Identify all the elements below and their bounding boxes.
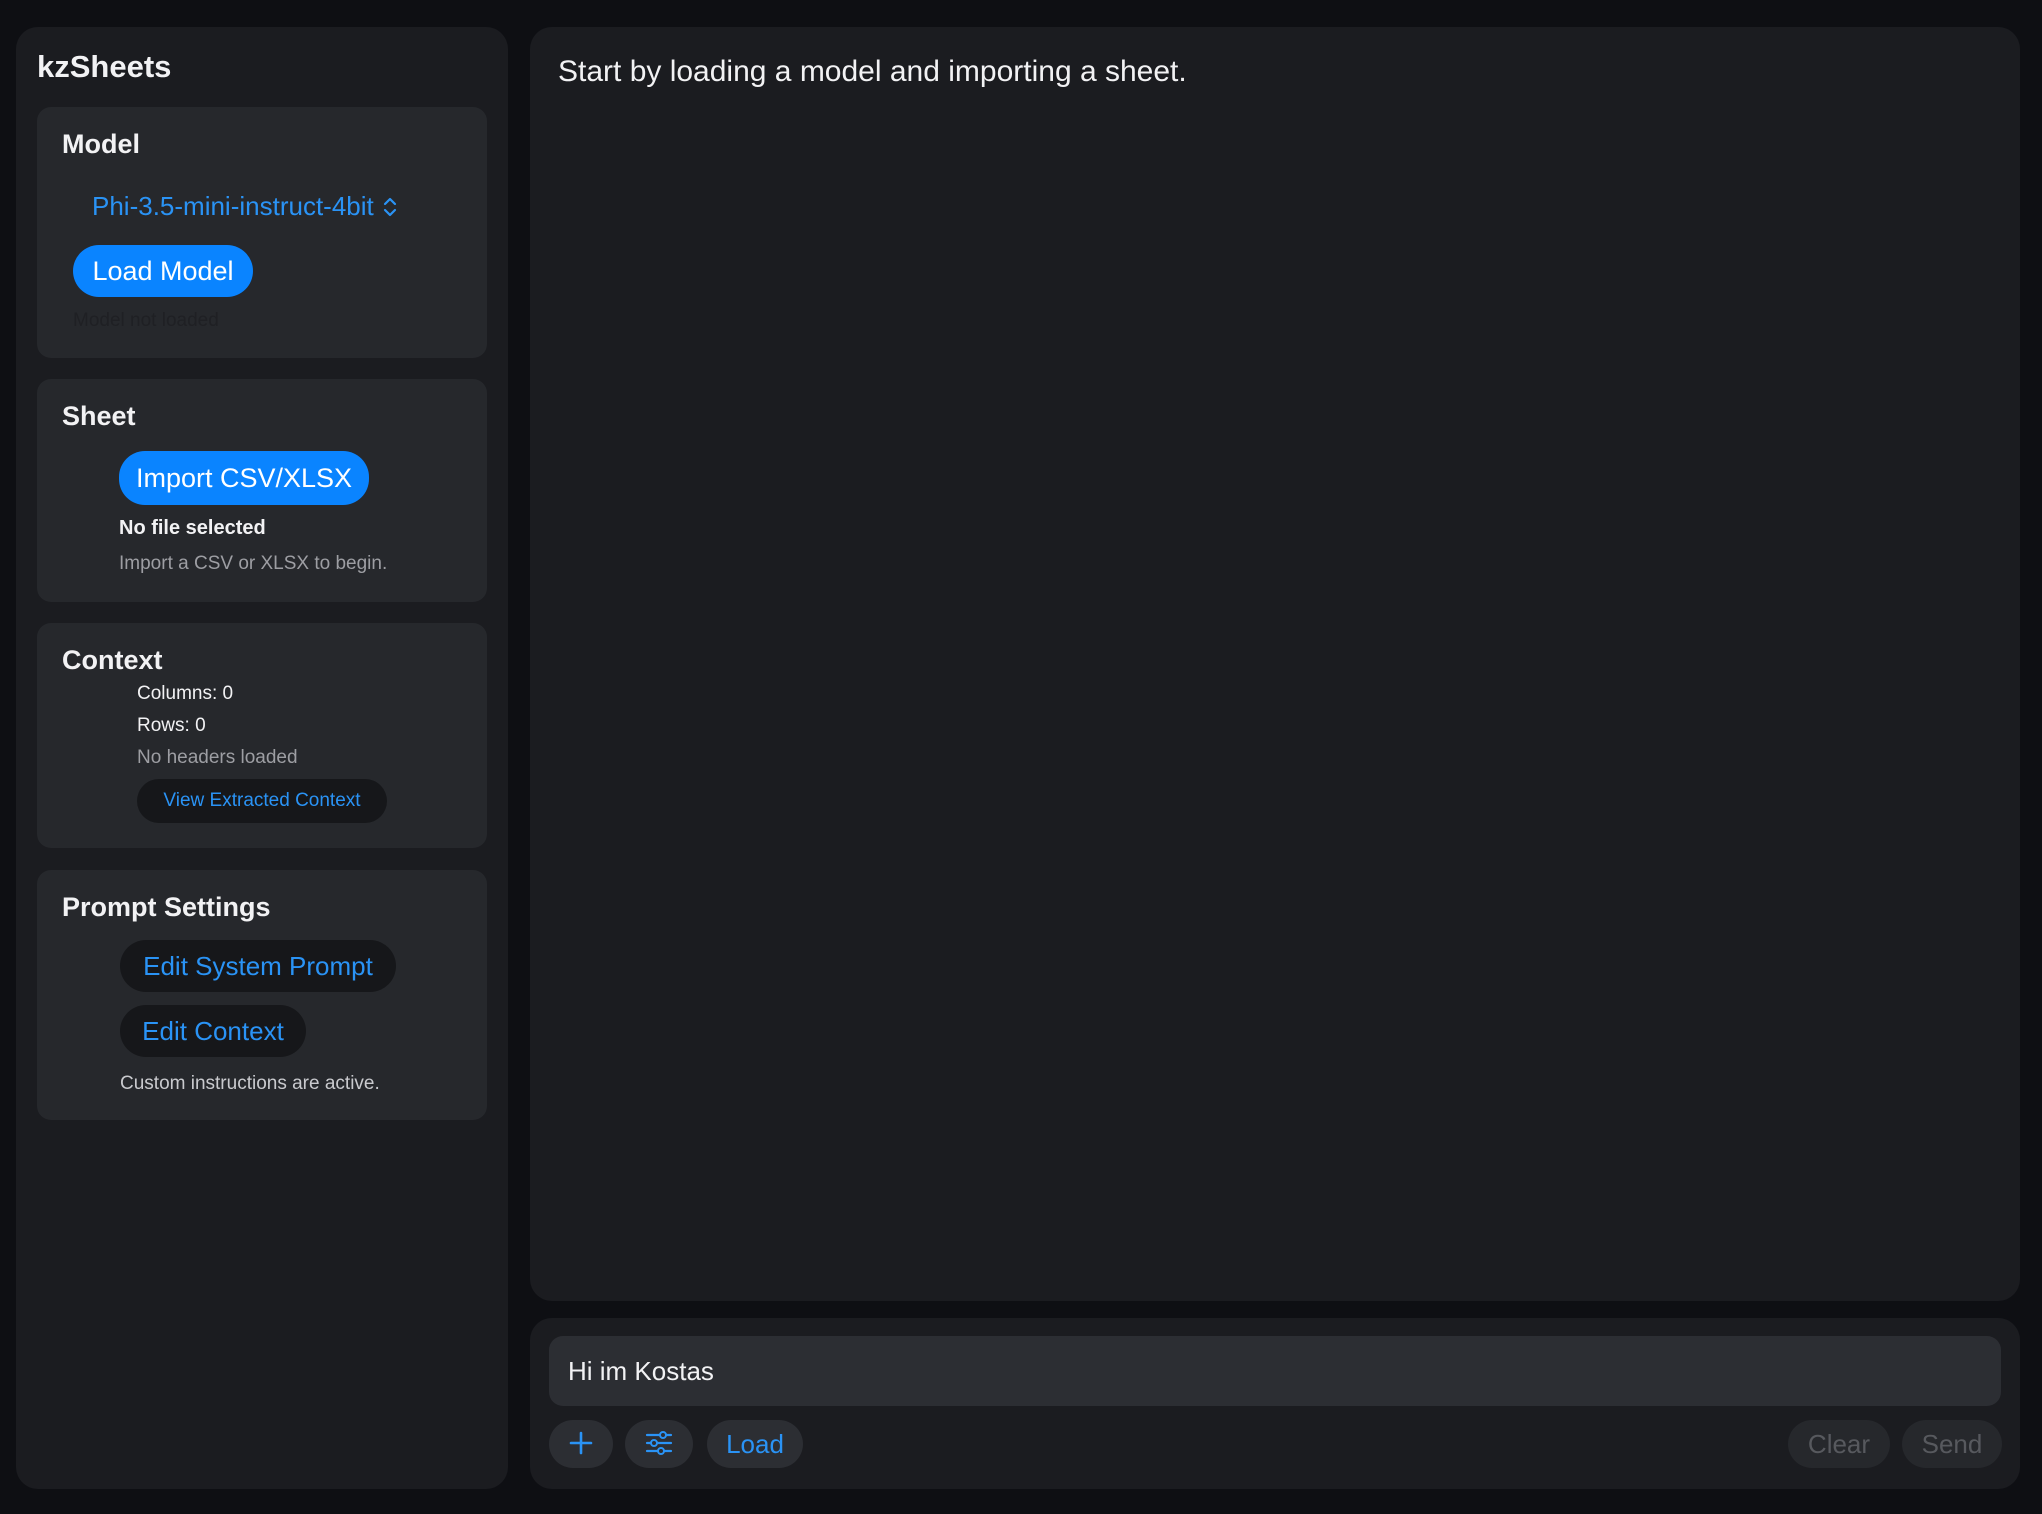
sliders-icon bbox=[644, 1430, 674, 1459]
add-button[interactable] bbox=[549, 1420, 613, 1468]
edit-context-button[interactable]: Edit Context bbox=[120, 1005, 306, 1057]
sheet-card: Sheet Import CSV/XLSX No file selected I… bbox=[37, 379, 487, 602]
sheet-heading: Sheet bbox=[62, 401, 136, 431]
load-button[interactable]: Load bbox=[707, 1420, 803, 1468]
app-window: kzSheets Model Phi-3.5-mini-instruct-4bi… bbox=[0, 0, 2042, 1514]
view-extracted-context-button[interactable]: View Extracted Context bbox=[137, 779, 387, 823]
chevron-up-down-icon bbox=[382, 195, 398, 219]
headers-status-text: No headers loaded bbox=[137, 747, 298, 768]
model-picker[interactable]: Phi-3.5-mini-instruct-4bit bbox=[92, 191, 398, 222]
prompt-settings-status-text: Custom instructions are active. bbox=[120, 1073, 380, 1094]
rows-count: Rows: 0 bbox=[137, 715, 206, 736]
plus-icon bbox=[568, 1430, 594, 1459]
model-card: Model Phi-3.5-mini-instruct-4bit Load Mo… bbox=[37, 107, 487, 358]
send-button[interactable]: Send bbox=[1902, 1420, 2002, 1468]
sheet-hint-text: Import a CSV or XLSX to begin. bbox=[119, 553, 388, 574]
model-picker-value: Phi-3.5-mini-instruct-4bit bbox=[92, 191, 374, 221]
import-csv-xlsx-button[interactable]: Import CSV/XLSX bbox=[119, 451, 369, 505]
chat-panel: Start by loading a model and importing a… bbox=[530, 27, 2020, 1301]
model-heading: Model bbox=[62, 129, 140, 159]
file-status-text: No file selected bbox=[119, 517, 266, 539]
app-title: kzSheets bbox=[37, 49, 172, 84]
message-input[interactable]: Hi im Kostas bbox=[549, 1336, 2001, 1406]
prompt-settings-card: Prompt Settings Edit System Prompt Edit … bbox=[37, 870, 487, 1120]
empty-state-message: Start by loading a model and importing a… bbox=[558, 55, 1187, 88]
clear-button[interactable]: Clear bbox=[1788, 1420, 1890, 1468]
prompt-settings-heading: Prompt Settings bbox=[62, 892, 271, 922]
model-status-text: Model not loaded bbox=[73, 310, 219, 331]
context-card: Context Columns: 0 Rows: 0 No headers lo… bbox=[37, 623, 487, 848]
sidebar: kzSheets Model Phi-3.5-mini-instruct-4bi… bbox=[16, 27, 508, 1489]
composer: Hi im Kostas Load Clear Send bbox=[530, 1318, 2020, 1489]
context-heading: Context bbox=[62, 645, 163, 675]
columns-count: Columns: 0 bbox=[137, 683, 234, 704]
load-model-button[interactable]: Load Model bbox=[73, 245, 253, 297]
settings-button[interactable] bbox=[625, 1420, 693, 1468]
edit-system-prompt-button[interactable]: Edit System Prompt bbox=[120, 940, 396, 992]
